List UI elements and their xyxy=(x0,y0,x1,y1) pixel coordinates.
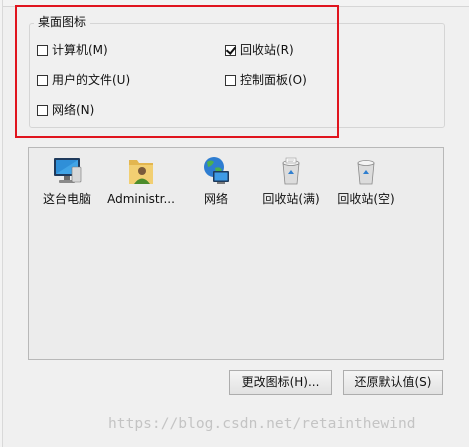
checkbox-box[interactable] xyxy=(225,74,236,86)
checkbox-network[interactable]: 网络(N) xyxy=(37,101,94,119)
change-icon-button[interactable]: 更改图标(H)... xyxy=(229,370,332,395)
icon-item-label: 这台电脑 xyxy=(42,192,91,206)
icon-item-label: 网络 xyxy=(203,192,228,206)
watermark-text: https://blog.csdn.net/retainthewind xyxy=(108,415,416,432)
recycle-bin-full-icon xyxy=(282,157,300,185)
checkbox-recycle-bin[interactable]: 回收站(R) xyxy=(225,41,294,59)
recycle-bin-empty-icon xyxy=(357,160,375,185)
icon-item-recycle-bin-empty[interactable]: 回收站(空) xyxy=(328,154,404,206)
icon-item-administrator[interactable]: Administr... xyxy=(103,154,179,206)
icon-item-this-pc[interactable]: 这台电脑 xyxy=(29,154,105,206)
user-folder-icon xyxy=(129,160,153,184)
network-globe-icon xyxy=(204,157,229,184)
checkbox-computer[interactable]: 计算机(M) xyxy=(37,41,108,59)
checkbox-box[interactable] xyxy=(37,74,48,86)
checkbox-box-checked[interactable] xyxy=(225,44,236,56)
this-pc-icon xyxy=(54,158,82,183)
checkbox-recycle-bin-label: 回收站(R) xyxy=(240,43,294,57)
icon-item-label: 回收站(空) xyxy=(337,192,395,206)
checkbox-user-files[interactable]: 用户的文件(U) xyxy=(37,71,130,89)
window-left-edge xyxy=(0,0,3,447)
checkbox-user-files-label: 用户的文件(U) xyxy=(52,73,131,87)
desktop-icon-list[interactable]: 这台电脑 Administr... 网络 回收站(满) 回收站(空) xyxy=(28,147,444,360)
checkbox-network-label: 网络(N) xyxy=(52,103,95,117)
icon-item-network[interactable]: 网络 xyxy=(178,154,254,206)
checkbox-computer-label: 计算机(M) xyxy=(52,43,108,57)
checkbox-control-panel[interactable]: 控制面板(O) xyxy=(225,71,307,89)
checkbox-box[interactable] xyxy=(37,104,48,116)
window-top-edge xyxy=(0,0,469,7)
checkbox-control-panel-label: 控制面板(O) xyxy=(240,73,307,87)
checkbox-box[interactable] xyxy=(37,44,48,56)
icon-item-recycle-bin-full[interactable]: 回收站(满) xyxy=(253,154,329,206)
desktop-icons-group-title: 桌面图标 xyxy=(34,14,91,30)
restore-default-button[interactable]: 还原默认值(S) xyxy=(343,370,443,395)
icon-item-label: Administr... xyxy=(107,192,175,206)
icon-item-label: 回收站(满) xyxy=(262,192,320,206)
